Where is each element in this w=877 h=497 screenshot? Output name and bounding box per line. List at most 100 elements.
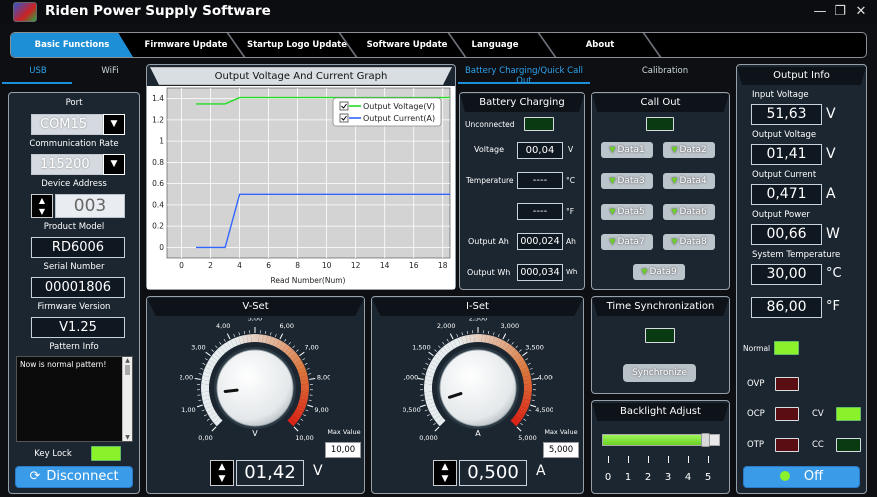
vset-tick-label: 6,00 (280, 322, 294, 330)
legend-checkbox-current[interactable] (339, 113, 349, 123)
vset-tick (211, 349, 214, 352)
output-power-button[interactable]: Off (743, 466, 860, 488)
download-arrow-icon: ▼ (671, 237, 678, 246)
data3-button[interactable]: ▼ Data3 (601, 173, 653, 189)
iset-value[interactable]: 0,500 (459, 460, 527, 486)
backlight-tick (627, 456, 629, 463)
output-voltage-value: 01,41 (751, 144, 822, 165)
battery-wh-value: 000,034 (517, 264, 563, 281)
output-current-value: 0,471 (751, 184, 822, 205)
firmware-value: V1.25 (31, 317, 125, 338)
iset-max-input[interactable]: 5,000 (543, 442, 579, 458)
close-icon[interactable]: ✕ (851, 3, 871, 21)
main-menu: Basic Functions Firmware Update Startup … (10, 32, 867, 58)
vset-tick-label: 7,00 (304, 343, 318, 351)
backlight-tick-label: 4 (684, 472, 692, 483)
pattern-scrollbar[interactable]: ▲ ▼ (122, 357, 132, 441)
model-label: Product Model (43, 222, 105, 232)
data1-button[interactable]: ▼ Data1 (601, 142, 653, 158)
tab-software-update[interactable]: Software Update (351, 33, 463, 57)
callout-indicator (646, 117, 674, 131)
backlight-title: Backlight Adjust (592, 403, 729, 421)
cv-label: CV (812, 409, 824, 419)
x-tick-label: 14 (380, 261, 390, 270)
minimize-icon[interactable]: — (810, 3, 830, 21)
vset-max-input[interactable]: 10,00 (325, 442, 361, 458)
iset-tick (526, 414, 529, 417)
iset-arc-segment (424, 388, 433, 393)
maximize-icon[interactable]: ❐ (830, 3, 850, 21)
iset-tick (417, 377, 424, 380)
iset-stepper[interactable]: ▲ ▼ (433, 460, 457, 486)
input-voltage-value: 51,63 (751, 104, 822, 125)
pattern-info-box[interactable]: Now is normal pattern! ▲ ▼ (16, 356, 133, 442)
vset-tick (211, 426, 217, 432)
keylock-indicator[interactable] (91, 446, 121, 461)
data8-button[interactable]: ▼ Data8 (663, 234, 715, 250)
data5-button[interactable]: ▼ Data5 (601, 204, 653, 220)
tab-wifi[interactable]: WiFi (82, 66, 138, 76)
iset-dial-graphic: 0,000 0,500 1,000 1,500 2,000 2,500 3,000 3,500… (400, 315, 557, 443)
vset-dial-unit: V (252, 429, 258, 438)
vset-tick-label: 4,00 (216, 322, 230, 330)
iset-knob[interactable] (439, 349, 517, 427)
battery-status-indicator (524, 117, 554, 131)
iset-tick-label: 4,000 (538, 374, 553, 382)
vset-tick-label: 8,00 (317, 374, 330, 382)
address-stepper[interactable]: ▲ ▼ (31, 194, 53, 218)
iset-tick (421, 373, 425, 375)
vset-stepper[interactable]: ▲ ▼ (210, 460, 234, 486)
rate-select[interactable]: 115200 (31, 154, 103, 175)
output-power-value: 00,66 (751, 224, 822, 245)
vset-knob[interactable] (216, 349, 294, 427)
tab-firmware-update[interactable]: Firmware Update (129, 33, 243, 57)
vset-tick (243, 330, 245, 335)
iset-tick (527, 363, 531, 365)
iset-tick (528, 409, 532, 412)
tab-basic-functions[interactable]: Basic Functions (11, 33, 133, 57)
disconnect-button[interactable]: ⟳ Disconnect (15, 466, 133, 488)
iset-dial[interactable]: 0,000 0,500 1,000 1,500 2,000 2,500 3,000 3,500… (400, 315, 557, 450)
vset-tick-label: 2,00 (180, 374, 193, 382)
backlight-tick-label: 0 (604, 472, 612, 483)
vset-tick (292, 345, 295, 349)
iset-tick (421, 399, 425, 401)
serial-label: Serial Number (43, 262, 105, 272)
output-title: Output Info (737, 67, 866, 85)
tab-about[interactable]: About (566, 33, 634, 57)
iset-tick (529, 368, 533, 370)
address-input[interactable]: 003 (55, 194, 125, 218)
app-title: Riden Power Supply Software (45, 3, 271, 19)
backlight-slider-thumb[interactable] (700, 433, 710, 447)
vset-tick (226, 333, 231, 340)
synchronize-button[interactable]: Synchronize (623, 364, 696, 382)
data2-button[interactable]: ▼ Data2 (663, 142, 715, 158)
download-arrow-icon: ▼ (671, 176, 678, 185)
iset-tick (523, 418, 527, 421)
vset-tick (304, 363, 308, 365)
iset-tick (522, 351, 528, 357)
vset-dial[interactable]: 0,00 1,00 2,00 3,00 4,00 5,00 6,00 7,00 8,00 9,00… (179, 315, 332, 450)
vset-tick (205, 351, 211, 357)
port-select[interactable]: COM15 (31, 114, 103, 135)
tab-usb[interactable]: USB (10, 66, 66, 76)
x-tick-label: 16 (409, 261, 419, 270)
data7-button[interactable]: ▼ Data7 (601, 234, 653, 250)
cc-indicator (836, 438, 861, 452)
vset-value[interactable]: 01,42 (236, 460, 304, 486)
tab-calibration[interactable]: Calibration (620, 66, 710, 76)
data9-button[interactable]: ▼ Data9 (633, 264, 685, 280)
y-tick-label: 0.2 (152, 222, 164, 231)
iset-tick (446, 338, 449, 342)
data4-button[interactable]: ▼ Data4 (663, 173, 715, 189)
legend-checkbox-voltage[interactable] (339, 101, 349, 111)
data6-button[interactable]: ▼ Data6 (663, 204, 715, 220)
chevron-down-icon[interactable]: ▼ (103, 114, 125, 135)
tab-language[interactable]: Language (459, 33, 531, 57)
battery-temp-f: ---- (517, 203, 563, 220)
iset-tick (461, 332, 463, 336)
chevron-down-icon[interactable]: ▼ (103, 154, 125, 175)
vset-tick-label: 9,00 (314, 406, 328, 414)
tab-startup-logo-update[interactable]: Startup Logo Update (239, 33, 355, 57)
iset-tick (434, 349, 437, 352)
